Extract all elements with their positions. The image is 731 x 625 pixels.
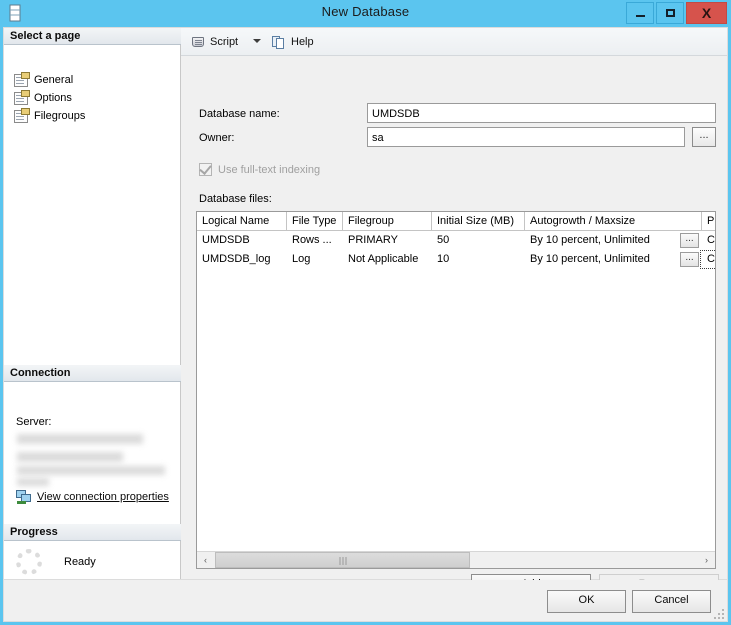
column-header-file-type[interactable]: File Type — [287, 212, 343, 230]
resize-grip-icon[interactable] — [714, 609, 726, 621]
dialog-body: Select a page General Options Filegroups… — [3, 27, 728, 596]
help-icon — [272, 35, 286, 49]
column-header-autogrowth[interactable]: Autogrowth / Maxsize — [525, 212, 702, 230]
autogrowth-browse-button[interactable]: ... — [680, 252, 699, 267]
redacted-server-value — [17, 434, 143, 444]
scroll-left-arrow-icon[interactable]: ‹ — [197, 552, 214, 568]
cell-logical-name[interactable]: UMDSDB_log — [197, 250, 287, 269]
help-label: Help — [291, 36, 314, 48]
cell-logical-name[interactable]: UMDSDB — [197, 231, 287, 250]
cell-initial-size[interactable]: 10 — [432, 250, 525, 269]
new-database-dialog: New Database X Select a page General Opt… — [0, 0, 731, 625]
cell-autogrowth[interactable]: By 10 percent, Unlimited — [525, 231, 680, 250]
database-files-label: Database files: — [199, 193, 272, 205]
server-label: Server: — [16, 416, 52, 428]
scroll-right-arrow-icon[interactable]: › — [698, 552, 715, 568]
use-full-text-indexing-label: Use full-text indexing — [218, 163, 321, 176]
cancel-button[interactable]: Cancel — [632, 590, 711, 613]
connection-header: Connection — [4, 365, 181, 382]
use-full-text-indexing-checkbox: Use full-text indexing — [199, 162, 321, 176]
owner-label: Owner: — [199, 132, 235, 144]
owner-input[interactable] — [367, 127, 685, 147]
cell-filegroup[interactable]: Not Applicable — [343, 250, 432, 269]
sidebar-item-label: Filegroups — [34, 110, 86, 122]
cell-file-type[interactable]: Rows ... — [287, 231, 343, 250]
table-row[interactable]: UMDSDB_log Log Not Applicable 10 By 10 p… — [197, 250, 715, 269]
close-icon: X — [701, 5, 712, 21]
redacted-server-value — [17, 478, 49, 486]
page-icon — [14, 89, 30, 105]
cell-autogrowth[interactable]: By 10 percent, Unlimited — [525, 250, 680, 269]
column-header-path[interactable]: P — [702, 212, 715, 230]
cell-path[interactable]: C — [702, 231, 715, 250]
help-button[interactable]: Help — [269, 32, 317, 52]
page-icon — [14, 71, 30, 87]
sidebar-item-label: Options — [34, 92, 72, 104]
main-panel: Script Help Database name: Owner: ... Us… — [181, 28, 727, 596]
column-header-filegroup[interactable]: Filegroup — [343, 212, 432, 230]
progress-header: Progress — [4, 524, 181, 541]
autogrowth-browse-button[interactable]: ... — [680, 233, 699, 248]
scrollbar-grip-icon — [339, 557, 346, 565]
column-header-initial-size[interactable]: Initial Size (MB) — [432, 212, 525, 230]
sidebar-item-filegroups[interactable]: Filegroups — [14, 107, 86, 124]
sidebar: Select a page General Options Filegroups… — [4, 28, 181, 579]
owner-browse-button[interactable]: ... — [692, 127, 716, 147]
chevron-down-icon[interactable] — [253, 39, 261, 43]
maximize-button[interactable] — [656, 2, 684, 24]
checkbox-icon — [199, 162, 212, 176]
table-row[interactable]: UMDSDB Rows ... PRIMARY 50 By 10 percent… — [197, 231, 715, 250]
cell-path[interactable]: C — [702, 250, 715, 269]
cell-initial-size[interactable]: 50 — [432, 231, 525, 250]
column-header-logical-name[interactable]: Logical Name — [197, 212, 287, 230]
scrollbar-thumb[interactable] — [215, 552, 470, 568]
maximize-icon — [657, 3, 683, 23]
grid-header-row: Logical Name File Type Filegroup Initial… — [197, 212, 715, 231]
sidebar-item-label: General — [34, 74, 74, 86]
script-label: Script — [210, 36, 239, 48]
progress-status: Ready — [64, 556, 96, 568]
redacted-server-value — [17, 452, 123, 462]
connection-icon — [16, 490, 31, 504]
sidebar-item-general[interactable]: General — [14, 71, 74, 88]
script-button[interactable]: Script — [188, 32, 241, 52]
script-icon — [191, 35, 205, 49]
grid-horizontal-scrollbar[interactable]: ‹ › — [197, 551, 715, 568]
database-files-grid: Logical Name File Type Filegroup Initial… — [196, 211, 716, 569]
spinner-icon — [14, 547, 44, 577]
select-a-page-header: Select a page — [4, 28, 181, 45]
view-connection-properties-label: View connection properties — [37, 490, 169, 503]
general-page-content: Database name: Owner: ... Use full-text … — [181, 56, 727, 596]
progress-row: Ready — [14, 544, 174, 580]
database-name-label: Database name: — [199, 108, 280, 120]
close-button[interactable]: X — [686, 2, 727, 24]
view-connection-properties-link[interactable]: View connection properties — [16, 490, 169, 504]
redacted-server-value — [17, 466, 165, 475]
minimize-button[interactable] — [626, 2, 654, 24]
window-title: New Database — [321, 4, 410, 19]
minimize-icon — [627, 3, 653, 23]
cell-filegroup[interactable]: PRIMARY — [343, 231, 432, 250]
cell-file-type[interactable]: Log — [287, 250, 343, 269]
toolbar: Script Help — [181, 28, 727, 56]
ok-button[interactable]: OK — [547, 590, 626, 613]
title-bar: New Database X — [0, 0, 731, 27]
page-icon — [14, 107, 30, 123]
sidebar-item-options[interactable]: Options — [14, 89, 72, 106]
database-name-input[interactable] — [367, 103, 716, 123]
